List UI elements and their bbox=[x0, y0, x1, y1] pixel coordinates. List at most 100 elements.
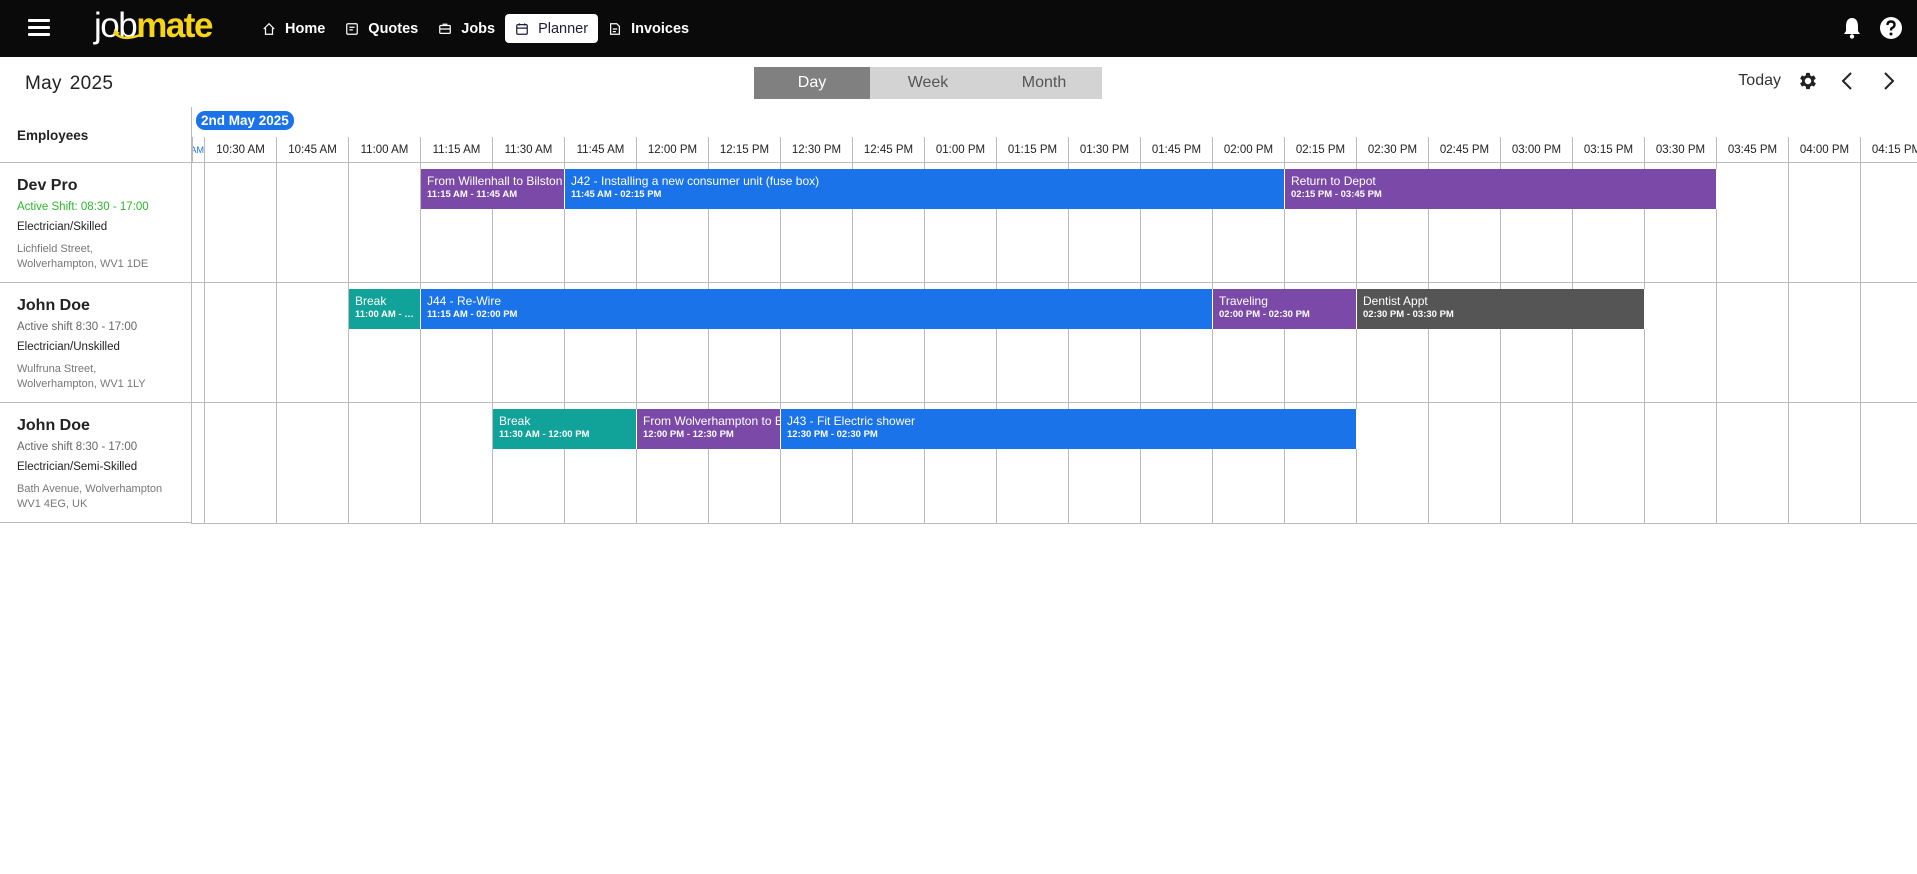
planner-event[interactable]: From Willenhall to Bilston 11:15 AM - 11:… bbox=[421, 169, 565, 209]
time-slot-label: 03:15 PM bbox=[1572, 137, 1644, 163]
event-time: 11:45 AM - 02:15 PM bbox=[571, 189, 662, 200]
today-button[interactable]: Today bbox=[1738, 72, 1781, 90]
grid-vertical-line bbox=[1284, 163, 1285, 524]
employee-address: Wulfruna Street, Wolverhampton, WV1 1LY bbox=[17, 362, 187, 392]
planner-grid: Employees Dev Pro Active Shift: 08:30 - … bbox=[0, 107, 1917, 524]
grid-vertical-line bbox=[1428, 163, 1429, 524]
time-slot-label: 01:15 PM bbox=[996, 137, 1068, 163]
employee-shift: Active shift 8:30 - 17:00 bbox=[17, 441, 138, 453]
event-title: J42 - Installing a new consumer unit (fu… bbox=[571, 174, 820, 188]
previous-chevron-icon[interactable] bbox=[1837, 70, 1859, 92]
grid-vertical-line bbox=[852, 163, 853, 524]
date-navigation: Today bbox=[1738, 70, 1899, 92]
nav-quotes-label: Quotes bbox=[368, 20, 419, 37]
calendar-icon bbox=[516, 22, 528, 35]
employees-header: Employees bbox=[0, 107, 192, 163]
nav-jobs-label: Jobs bbox=[461, 20, 496, 37]
time-slot-label: 03:30 PM bbox=[1644, 137, 1716, 163]
nav-quotes[interactable]: Quotes bbox=[335, 14, 428, 43]
settings-gear-icon[interactable] bbox=[1797, 70, 1819, 92]
nav-planner[interactable]: Planner bbox=[505, 14, 599, 43]
nav-home-label: Home bbox=[285, 20, 326, 37]
event-title: Break bbox=[355, 294, 387, 308]
planner-event[interactable]: Traveling 02:00 PM - 02:30 PM bbox=[1213, 289, 1357, 329]
nav-home[interactable]: Home bbox=[252, 14, 335, 43]
planner-event[interactable]: J42 - Installing a new consumer unit (fu… bbox=[565, 169, 1285, 209]
grid-vertical-line bbox=[1068, 163, 1069, 524]
logo-swoosh-icon bbox=[113, 29, 141, 40]
jobs-icon bbox=[439, 23, 452, 34]
view-week-button[interactable]: Week bbox=[870, 67, 986, 99]
view-day-button[interactable]: Day bbox=[754, 67, 870, 99]
nav-invoices-label: Invoices bbox=[631, 20, 690, 37]
top-right-actions bbox=[1841, 16, 1903, 40]
menu-icon[interactable] bbox=[28, 19, 50, 37]
planner-toolbar: May 2025 Day Week Month Today bbox=[0, 57, 1917, 107]
planner-event[interactable]: Break 11:30 AM - 12:00 PM bbox=[493, 409, 637, 449]
employee-shift: Active Shift: 08:30 - 17:00 bbox=[17, 201, 149, 213]
address-line-2: Wolverhampton, WV1 1LY bbox=[17, 378, 146, 390]
grid-vertical-line bbox=[1140, 163, 1141, 524]
main-nav: Home Quotes Jobs Planner Invoices bbox=[252, 14, 699, 43]
grid-vertical-line bbox=[708, 163, 709, 524]
event-time: 11:15 AM - 11:45 AM bbox=[427, 189, 518, 200]
grid-horizontal-line bbox=[192, 282, 1917, 283]
employee-name: Dev Pro bbox=[17, 177, 78, 194]
employee-role: Electrician/Unskilled bbox=[17, 341, 120, 353]
time-header-row: 24 AM10:30 AM10:45 AM11:00 AM11:15 AM11:… bbox=[192, 137, 1917, 163]
time-slot-label: 10:45 AM bbox=[276, 137, 348, 163]
grid-vertical-line bbox=[636, 163, 637, 524]
address-line-1: Bath Avenue, Wolverhampton bbox=[17, 483, 163, 495]
grid-horizontal-line bbox=[192, 402, 1917, 403]
grid-vertical-line bbox=[1356, 163, 1357, 524]
time-slot-label: 11:30 AM bbox=[492, 137, 564, 163]
grid-vertical-line bbox=[204, 163, 205, 524]
top-navigation-bar: jobmate Home Quotes Jobs Planner Invoice… bbox=[0, 0, 1917, 57]
view-month-button[interactable]: Month bbox=[986, 67, 1102, 99]
planner-event[interactable]: Dentist Appt 02:30 PM - 03:30 PM bbox=[1357, 289, 1645, 329]
address-line-2: WV1 4EG, UK bbox=[17, 498, 88, 510]
nav-invoices[interactable]: Invoices bbox=[598, 14, 699, 43]
event-time: 12:30 PM - 02:30 PM bbox=[787, 429, 878, 440]
employee-row[interactable]: Dev Pro Active Shift: 08:30 - 17:00 Elec… bbox=[0, 163, 192, 283]
month-title: May 2025 bbox=[25, 73, 113, 95]
next-chevron-icon[interactable] bbox=[1877, 70, 1899, 92]
planner-event[interactable]: Break11:00 AM - 11:15 AM bbox=[349, 289, 421, 329]
grid-vertical-line bbox=[564, 163, 565, 524]
time-slot-partial: 24 AM bbox=[192, 137, 204, 163]
grid-vertical-line bbox=[1788, 163, 1789, 524]
time-slot-label: 11:00 AM bbox=[348, 137, 420, 163]
invoice-icon bbox=[610, 22, 621, 35]
quotes-icon bbox=[346, 22, 359, 35]
grid-vertical-line bbox=[1572, 163, 1573, 524]
notification-bell-icon[interactable] bbox=[1841, 16, 1863, 40]
event-title: J43 - Fit Electric shower bbox=[787, 414, 916, 428]
event-time: 02:30 PM - 03:30 PM bbox=[1363, 309, 1454, 320]
employee-row[interactable]: John Doe Active shift 8:30 - 17:00 Elect… bbox=[0, 283, 192, 403]
time-slot-label: 10:30 AM bbox=[204, 137, 276, 163]
planner-event[interactable]: J44 - Re-Wire 11:15 AM - 02:00 PM bbox=[421, 289, 1213, 329]
year-label: 2025 bbox=[69, 73, 114, 94]
time-slot-label: 02:30 PM bbox=[1356, 137, 1428, 163]
time-slot-label: 11:45 AM bbox=[564, 137, 636, 163]
event-time: 12:00 PM - 12:30 PM bbox=[643, 429, 734, 440]
event-title: J44 - Re-Wire bbox=[427, 294, 502, 308]
employee-name: John Doe bbox=[17, 417, 90, 434]
planner-event[interactable]: J43 - Fit Electric shower 12:30 PM - 02:3… bbox=[781, 409, 1357, 449]
grid-vertical-line bbox=[1644, 163, 1645, 524]
grid-vertical-line bbox=[492, 163, 493, 524]
event-time: 02:00 PM - 02:30 PM bbox=[1219, 309, 1310, 320]
grid-vertical-line bbox=[996, 163, 997, 524]
time-slot-label: 12:45 PM bbox=[852, 137, 924, 163]
address-line-2: Wolverhampton, WV1 1DE bbox=[17, 258, 149, 270]
planner-event[interactable]: From Wolverhampton to Bilston12:00 PM - … bbox=[637, 409, 781, 449]
planner-event[interactable]: Return to Depot 02:15 PM - 03:45 PM bbox=[1285, 169, 1717, 209]
nav-jobs[interactable]: Jobs bbox=[428, 14, 505, 43]
help-icon[interactable] bbox=[1879, 16, 1903, 40]
grid-horizontal-line bbox=[192, 523, 1917, 524]
grid-vertical-line bbox=[276, 163, 277, 524]
grid-vertical-line bbox=[1212, 163, 1213, 524]
logo-text-mate: mate bbox=[136, 6, 213, 45]
grid-vertical-line bbox=[924, 163, 925, 524]
employee-row[interactable]: John Doe Active shift 8:30 - 17:00 Elect… bbox=[0, 403, 192, 523]
